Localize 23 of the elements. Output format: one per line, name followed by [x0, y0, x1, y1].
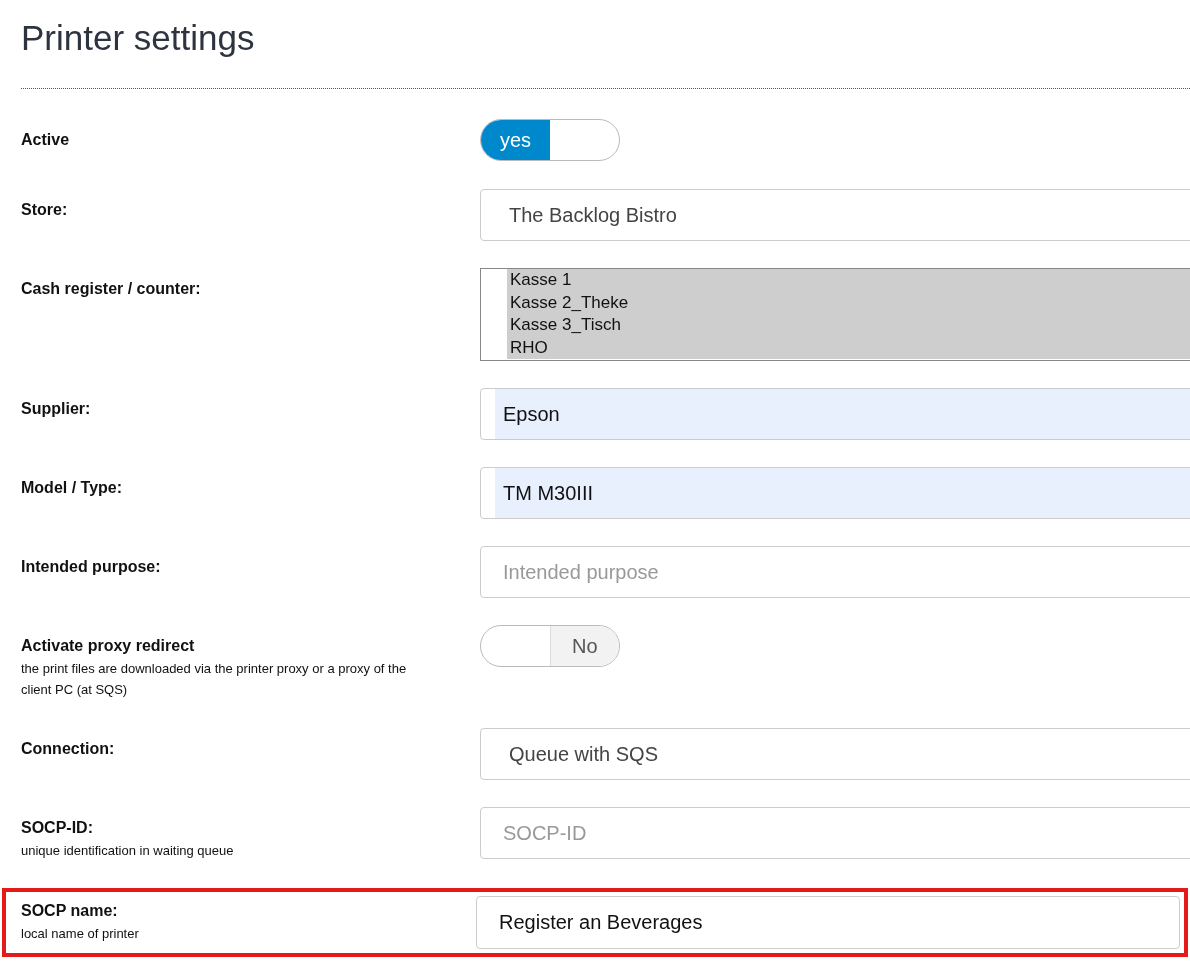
- list-option[interactable]: RHO: [507, 336, 1190, 359]
- field-label: Store:: [21, 200, 69, 219]
- field-label: Supplier:: [21, 399, 92, 418]
- field-label: SOCP name:: [21, 901, 119, 920]
- field-label: Connection:: [21, 739, 116, 758]
- field-label: Activate proxy redirect: [21, 636, 196, 655]
- page-title: Printer settings: [21, 17, 256, 59]
- field-hint: unique identification in waiting queue: [21, 842, 235, 860]
- field-label: Cash register / counter:: [21, 279, 202, 298]
- field-label: Active: [21, 130, 71, 149]
- field-label: SOCP-ID:: [21, 818, 94, 837]
- select-field[interactable]: Queue with SQS: [480, 728, 1190, 780]
- list-option[interactable]: Kasse 1: [507, 269, 1190, 292]
- field-hint: the print files are downloaded via the printer proxy or a proxy of the client PC (at SQS): [21, 660, 408, 699]
- field-hint: local name of printer: [21, 925, 140, 943]
- list-option[interactable]: Kasse 2_Theke: [507, 291, 1190, 314]
- input-field[interactable]: Epson: [480, 388, 1190, 440]
- select-field[interactable]: The Backlog Bistro: [480, 189, 1190, 241]
- input-field[interactable]: Register an Beverages: [476, 896, 1180, 949]
- field-label: Intended purpose:: [21, 557, 162, 576]
- input-field[interactable]: TM M30III: [480, 467, 1190, 519]
- list-option[interactable]: Kasse 3_Tisch: [507, 314, 1190, 337]
- field-label: Model / Type:: [21, 478, 124, 497]
